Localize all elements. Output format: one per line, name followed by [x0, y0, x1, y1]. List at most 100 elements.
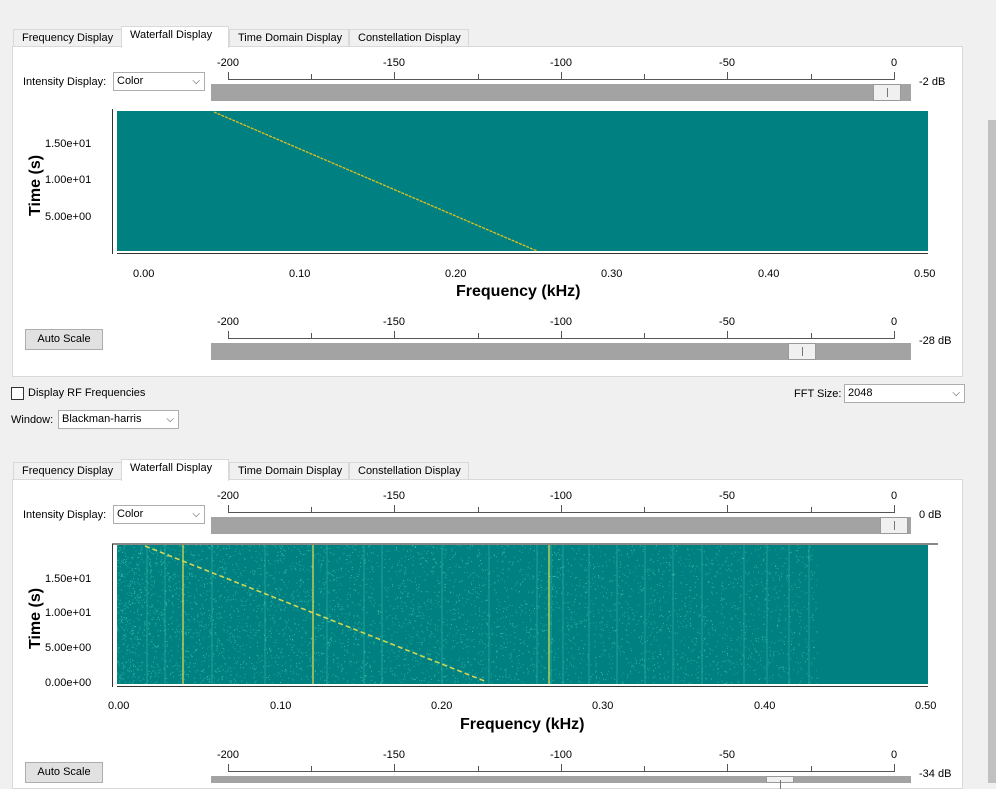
x-tick-label: 0.40: [754, 700, 775, 712]
bottom-auto-scale-button[interactable]: Auto Scale: [25, 762, 103, 783]
top-tab-waterfall-display[interactable]: Waterfall Display: [121, 26, 229, 48]
scale-label: 0: [891, 749, 897, 761]
scale-tick: [727, 72, 728, 79]
scale-tick: [561, 505, 562, 512]
scale-tick: [811, 333, 812, 338]
chirp-trace: [145, 546, 487, 682]
x-tick-label: 0.40: [758, 268, 779, 280]
scale-tick: [311, 766, 312, 771]
chevron-down-icon: ⌵: [166, 411, 174, 428]
top-upper-slider-handle[interactable]: [873, 84, 901, 101]
x-tick-label: 0.30: [592, 700, 613, 712]
window-scrollbar[interactable]: [988, 0, 996, 783]
scale-tick: [311, 74, 312, 79]
bottom-plot-frame: [112, 543, 938, 545]
scale-tick: [894, 72, 895, 79]
scale-tick: [561, 764, 562, 771]
top-upper-intensity-slider[interactable]: [211, 84, 911, 101]
scale-tick: [228, 72, 229, 79]
display-rf-checkbox[interactable]: [11, 387, 24, 400]
x-tick-label: 0.00: [133, 268, 154, 280]
scale-label: -200: [217, 316, 239, 328]
top-tab-bar: Frequency Display Waterfall Display Time…: [13, 26, 473, 47]
top-auto-scale-button[interactable]: Auto Scale: [25, 329, 103, 350]
scale-tick: [228, 505, 229, 512]
top-tab-time-domain-display[interactable]: Time Domain Display: [229, 29, 349, 47]
scale-tick: [394, 72, 395, 79]
scale-label: -100: [550, 316, 572, 328]
scale-tick: [811, 507, 812, 512]
scale-tick: [394, 764, 395, 771]
top-intensity-label: Intensity Display:: [23, 76, 106, 88]
bottom-x-axis-line: [117, 686, 928, 687]
scale-tick: [561, 72, 562, 79]
bottom-lower-intensity-slider[interactable]: [211, 776, 911, 783]
y-tick-label: 1.00e+01: [45, 174, 91, 186]
scale-label: -100: [550, 749, 572, 761]
scale-tick: [478, 766, 479, 771]
scale-tick: [894, 505, 895, 512]
bottom-upper-intensity-slider[interactable]: [211, 517, 911, 534]
fft-size-value: 2048: [848, 387, 872, 399]
scale-tick: [478, 74, 479, 79]
scale-tick: [811, 766, 812, 771]
scale-tick: [894, 331, 895, 338]
x-tick-label: 0.00: [108, 700, 129, 712]
bottom-tab-frequency-display[interactable]: Frequency Display: [13, 462, 122, 480]
scale-label: -150: [383, 316, 405, 328]
y-tick-label: 5.00e+00: [45, 642, 91, 654]
top-lower-slider-handle[interactable]: [788, 343, 816, 360]
scale-label: 0: [891, 57, 897, 69]
bottom-tab-waterfall-display[interactable]: Waterfall Display: [121, 459, 229, 481]
scale-tick: [727, 505, 728, 512]
top-x-axis-line: [117, 253, 928, 254]
y-tick-label: 1.50e+01: [45, 573, 91, 585]
top-y-axis-title: Time (s): [27, 155, 45, 216]
x-tick-label: 0.50: [915, 700, 936, 712]
bottom-upper-db-value: 0 dB: [919, 509, 942, 521]
scale-tick: [394, 331, 395, 338]
scale-label: 0: [891, 316, 897, 328]
scale-label: -150: [383, 57, 405, 69]
scale-label: -100: [550, 57, 572, 69]
y-tick-label: 1.50e+01: [45, 138, 91, 150]
display-rf-label: Display RF Frequencies: [28, 387, 145, 399]
scale-label: -50: [719, 57, 735, 69]
scale-line: [228, 338, 895, 339]
scale-tick: [644, 74, 645, 79]
scale-tick: [644, 507, 645, 512]
x-tick-label: 0.20: [431, 700, 452, 712]
fft-size-select[interactable]: 2048 ⌵: [844, 384, 965, 403]
scale-tick: [894, 764, 895, 771]
y-tick-label: 0.00e+00: [45, 677, 91, 689]
scale-tick: [311, 507, 312, 512]
top-plot-frame: [112, 109, 933, 254]
window-select[interactable]: Blackman-harris ⌵: [58, 410, 179, 429]
scale-label: -150: [383, 749, 405, 761]
scale-label: -50: [719, 316, 735, 328]
scrollbar-thumb[interactable]: [988, 120, 996, 783]
scale-tick: [727, 764, 728, 771]
scale-label: -50: [719, 749, 735, 761]
bottom-tab-time-domain-display[interactable]: Time Domain Display: [229, 462, 349, 480]
scale-tick: [228, 764, 229, 771]
bottom-x-axis-title: Frequency (kHz): [460, 716, 584, 734]
top-tab-constellation-display[interactable]: Constellation Display: [349, 29, 469, 47]
x-tick-label: 0.10: [289, 268, 310, 280]
bottom-tab-constellation-display[interactable]: Constellation Display: [349, 462, 469, 480]
window-value: Blackman-harris: [62, 413, 141, 425]
x-tick-label: 0.10: [270, 700, 291, 712]
scale-label: -200: [217, 57, 239, 69]
top-intensity-select[interactable]: Color ⌵: [113, 72, 205, 91]
bottom-lower-slider-handle[interactable]: [766, 776, 794, 783]
bottom-plot-left-axis: [112, 544, 113, 687]
scale-line: [228, 79, 895, 80]
scale-tick: [311, 333, 312, 338]
top-tab-frequency-display[interactable]: Frequency Display: [13, 29, 122, 47]
bottom-upper-slider-handle[interactable]: [880, 517, 908, 534]
scale-label: -200: [217, 490, 239, 502]
bottom-intensity-value: Color: [117, 508, 143, 520]
scale-line: [228, 771, 895, 772]
bottom-tab-bar: Frequency Display Waterfall Display Time…: [13, 459, 473, 480]
bottom-intensity-select[interactable]: Color ⌵: [113, 505, 205, 524]
